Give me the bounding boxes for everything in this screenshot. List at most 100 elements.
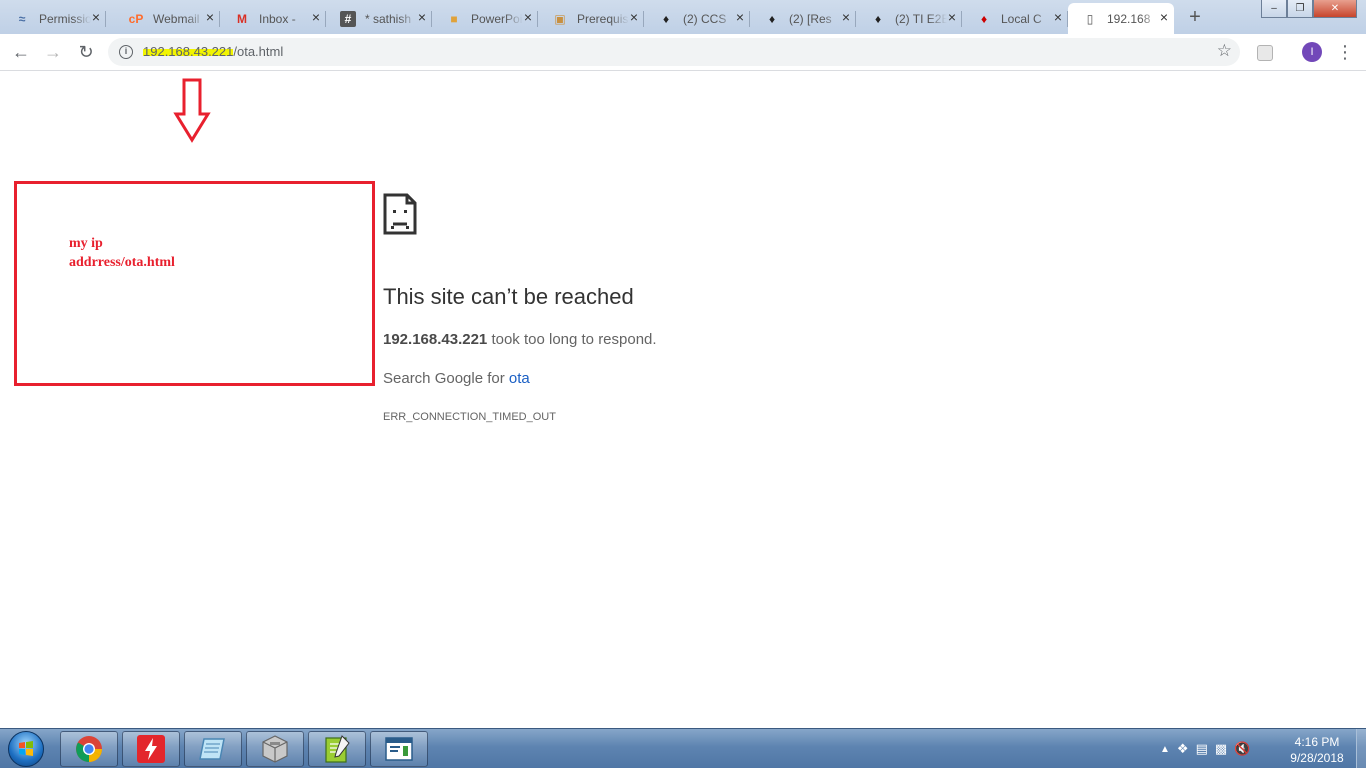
- taskbar: ▲ ❖ ▤ ▩ 🔇 4:16 PM 9/28/2018: [0, 728, 1366, 768]
- clock-time: 4:16 PM: [1294, 735, 1340, 749]
- tab-label: Webmail: [153, 11, 200, 26]
- restore-button[interactable]: ❐: [1287, 0, 1313, 18]
- menu-dots-icon[interactable]: ⋮: [1336, 40, 1354, 64]
- new-tab-button[interactable]: +: [1183, 7, 1207, 29]
- tab-close-icon[interactable]: ×: [1160, 9, 1168, 25]
- ti-red-icon: ♦: [980, 11, 988, 26]
- tab-label: Local C: [1001, 11, 1042, 26]
- url-host: 192.168.43.221: [143, 44, 234, 59]
- error-desc-suffix: took too long to respond.: [487, 331, 657, 348]
- tab-8[interactable]: ♦ (2) TI E2E ×: [856, 3, 962, 34]
- annotation-box: [14, 181, 375, 386]
- network-device-icon[interactable]: ▤: [1196, 741, 1208, 757]
- tab-label: (2) [Res: [789, 11, 832, 26]
- show-desktop-button[interactable]: [1356, 729, 1366, 768]
- tab-close-icon[interactable]: ×: [206, 9, 214, 25]
- down-arrow-icon: [173, 78, 211, 143]
- taskbar-chrome[interactable]: [60, 731, 118, 767]
- info-icon[interactable]: i: [119, 45, 133, 59]
- tab-label: Prerequisites: [577, 11, 629, 26]
- sad-page-icon: [383, 193, 417, 235]
- taskbar-window-app[interactable]: [370, 731, 428, 767]
- notepad-icon: [199, 738, 225, 760]
- tab-close-icon[interactable]: ×: [1054, 9, 1062, 25]
- url-text[interactable]: 192.168.43.221/ota.html: [143, 44, 283, 59]
- tab-close-icon[interactable]: ×: [736, 9, 744, 25]
- windows-logo-icon: [19, 741, 33, 756]
- taskbar-notepadpp[interactable]: [308, 731, 366, 767]
- search-link[interactable]: ota: [509, 370, 530, 387]
- taskbar-flash-app[interactable]: [122, 731, 180, 767]
- clock-date: 9/28/2018: [1290, 751, 1344, 765]
- tab-label: Inbox -: [259, 11, 296, 26]
- system-tray: ▲ ❖ ▤ ▩ 🔇: [1160, 737, 1250, 761]
- ti-logo-icon: ♦: [768, 11, 776, 26]
- window-app-icon: [385, 737, 413, 761]
- tab-10[interactable]: ▯ 192.168 ×: [1068, 3, 1174, 34]
- chrome-icon: [76, 736, 103, 763]
- tab-close-icon[interactable]: ×: [842, 9, 850, 25]
- tray-expand-icon[interactable]: ▲: [1160, 744, 1170, 755]
- tab-close-icon[interactable]: ×: [630, 9, 638, 25]
- annotation-line1: my ip: [69, 236, 103, 251]
- search-prefix: Search Google for: [383, 370, 509, 387]
- box-icon: ■: [450, 11, 458, 26]
- start-button[interactable]: [4, 731, 48, 767]
- bookmark-star-icon[interactable]: ☆: [1217, 41, 1232, 61]
- tab-label: PowerPoint: [471, 11, 523, 26]
- error-host: 192.168.43.221: [383, 331, 488, 348]
- search-suggestion: Search Google for ota: [383, 370, 530, 387]
- tab-7[interactable]: ♦ (2) [Res ×: [750, 3, 856, 34]
- cpanel-icon: cP: [128, 11, 144, 26]
- close-window-button[interactable]: ✕: [1313, 0, 1357, 18]
- tab-0[interactable]: ≈ Permissions×: [0, 3, 106, 34]
- reload-button[interactable]: ↻: [74, 40, 98, 64]
- tab-close-icon[interactable]: ×: [312, 9, 320, 25]
- tab-close-icon[interactable]: ×: [948, 9, 956, 25]
- taskbar-notepad[interactable]: [184, 731, 242, 767]
- tab-close-icon[interactable]: ×: [418, 9, 426, 25]
- system-clock[interactable]: 4:16 PM 9/28/2018: [1282, 734, 1352, 766]
- notepadpp-icon: [325, 735, 350, 763]
- forward-button[interactable]: →: [41, 40, 65, 64]
- tab-1[interactable]: cP Webmail ×: [114, 3, 220, 34]
- volume-muted-icon[interactable]: 🔇: [1234, 741, 1250, 757]
- flash-app-icon: [137, 735, 165, 763]
- error-description: 192.168.43.221 took too long to respond.: [383, 331, 657, 348]
- back-button[interactable]: ←: [9, 40, 33, 64]
- error-title: This site can’t be reached: [383, 284, 634, 309]
- tab-label: 192.168: [1107, 11, 1151, 26]
- ti-logo-icon: ♦: [662, 11, 670, 26]
- virtualbox-icon: [262, 735, 288, 763]
- address-bar[interactable]: i 192.168.43.221/ota.html ☆: [108, 38, 1240, 66]
- tab-3[interactable]: # * sathish ×: [326, 3, 432, 34]
- error-code: ERR_CONNECTION_TIMED_OUT: [383, 411, 556, 423]
- annotation-line2: addrress/ota.html: [69, 255, 175, 270]
- tab-9[interactable]: ♦ Local C ×: [962, 3, 1068, 34]
- tab-label: Permissions: [39, 11, 91, 26]
- tab-label: (2) TI E2E: [895, 11, 947, 26]
- gmail-icon: M: [237, 11, 247, 26]
- tab-5[interactable]: ▣ Prerequisites×: [538, 3, 644, 34]
- package-icon: ▣: [554, 11, 566, 26]
- tab-close-icon[interactable]: ×: [92, 9, 100, 25]
- tab-6[interactable]: ♦ (2) CCS ×: [644, 3, 750, 34]
- profile-avatar[interactable]: I: [1302, 42, 1322, 62]
- minimize-button[interactable]: –: [1261, 0, 1287, 18]
- tab-label: (2) CCS: [683, 11, 727, 26]
- tab-2[interactable]: M Inbox - ×: [220, 3, 326, 34]
- tab-4[interactable]: ■ PowerPoint×: [432, 3, 538, 34]
- extension-icon[interactable]: [1257, 45, 1273, 61]
- dropbox-icon[interactable]: ❖: [1177, 741, 1189, 757]
- url-path: /ota.html: [233, 44, 284, 59]
- tab-separator: [105, 11, 106, 27]
- taskbar-virtualbox[interactable]: [246, 731, 304, 767]
- tab-label: * sathish: [365, 11, 412, 26]
- page-icon: ▯: [1086, 11, 1094, 26]
- browser-toolbar: ← → ↻ i 192.168.43.221/ota.html ☆: [0, 34, 1366, 71]
- tab-close-icon[interactable]: ×: [524, 9, 532, 25]
- annotation-text: my ip addrress/ota.html: [69, 234, 249, 272]
- ti-logo-icon: ♦: [874, 11, 882, 26]
- tab-strip: ≈Permissions×cPWebmail×MInbox - ×#* sath…: [0, 0, 1366, 34]
- network-error-icon[interactable]: ▩: [1215, 741, 1227, 757]
